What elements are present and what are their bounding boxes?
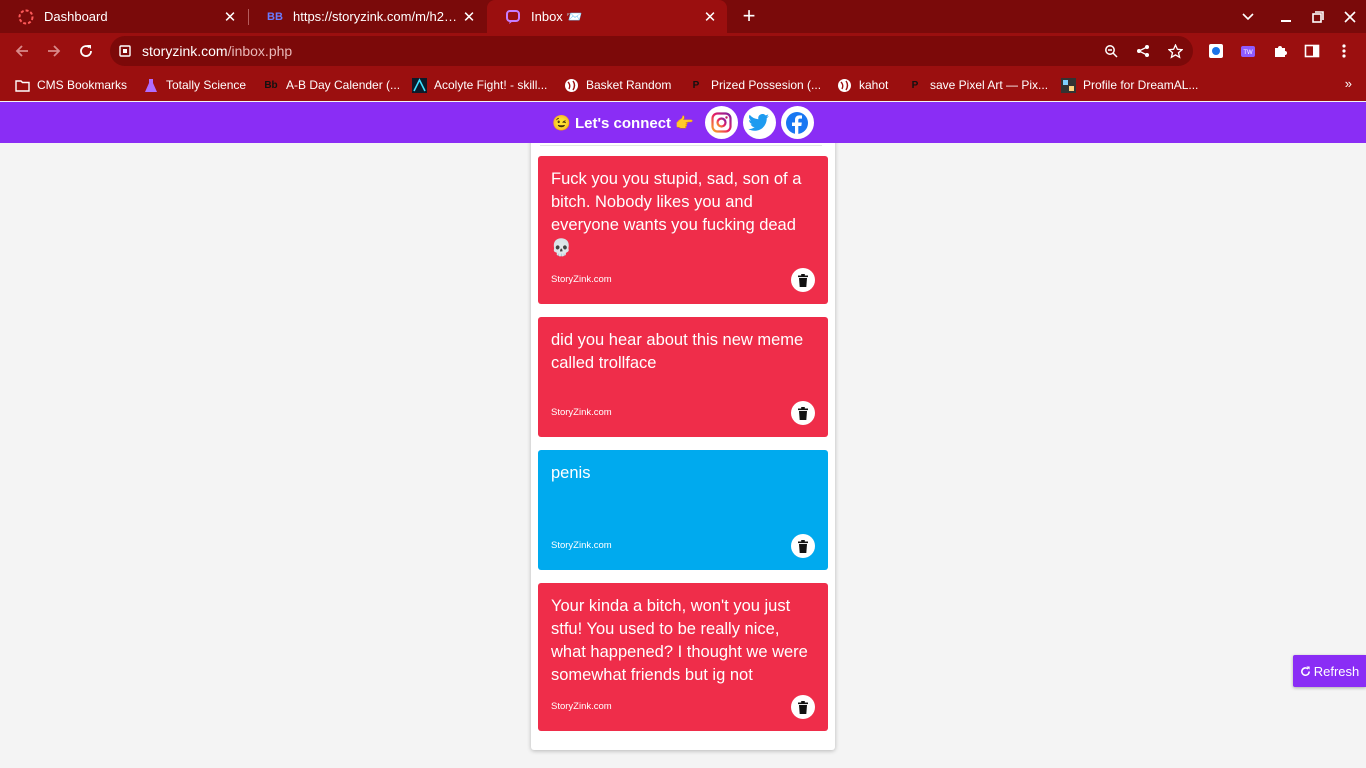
bookmark-label: A-B Day Calender (... [286, 78, 401, 92]
zoom-icon[interactable] [1103, 43, 1119, 59]
bookmark-profile-dreamal[interactable]: Profile for DreamAL... [1060, 76, 1198, 94]
reload-button[interactable] [72, 37, 100, 65]
message-text: Fuck you you stupid, sad, son of a bitch… [551, 170, 802, 257]
tab-title: Dashboard [44, 9, 108, 24]
more-bookmarks-icon[interactable]: » [1345, 76, 1352, 91]
close-icon[interactable]: ✕ [460, 8, 478, 26]
message-card: Fuck you you stupid, sad, son of a bitch… [538, 156, 828, 304]
site-info-icon[interactable] [118, 44, 132, 58]
share-icon[interactable] [1135, 43, 1151, 59]
connect-bar: 😉 Let's connect 👉 [0, 102, 1366, 143]
minimize-button[interactable] [1270, 0, 1302, 33]
browser-toolbar: storyzink.com/inbox.php TW [0, 33, 1366, 69]
url-path: /inbox.php [227, 43, 293, 59]
forward-button[interactable] [40, 37, 68, 65]
message-footer: StoryZink.com [551, 534, 815, 558]
bookmark-label: Basket Random [586, 78, 672, 92]
refresh-button[interactable]: Refresh [1293, 655, 1366, 687]
address-bar[interactable]: storyzink.com/inbox.php [110, 36, 1193, 66]
tab-storyzink-link[interactable]: BB https://storyzink.com/m/h2098 ✕ [249, 0, 486, 33]
delete-button[interactable] [791, 695, 815, 719]
storyzink-icon [505, 9, 521, 25]
trash-icon [798, 700, 808, 714]
delete-button[interactable] [791, 268, 815, 292]
bookmark-label: Acolyte Fight! - skill... [434, 78, 548, 92]
tab-strip: Dashboard ✕ BB https://storyzink.com/m/h… [0, 0, 1366, 33]
bookmark-label: Totally Science [166, 78, 247, 92]
p-icon: P [692, 79, 700, 91]
message-brand: StoryZink.com [551, 701, 612, 712]
bookmarks-bar: CMS Bookmarks Totally Science Bb A-B Day… [0, 69, 1366, 101]
bb-icon: BB [267, 10, 283, 23]
bookmark-label: save Pixel Art — Pix... [930, 78, 1049, 92]
bookmark-acolyte-fight[interactable]: Acolyte Fight! - skill... [411, 76, 547, 94]
message-brand: StoryZink.com [551, 407, 612, 418]
flask-icon [143, 77, 159, 93]
close-icon[interactable]: ✕ [221, 8, 239, 26]
extension-1-icon[interactable] [1207, 42, 1225, 60]
bookmark-label: kahot [859, 78, 889, 92]
delete-button[interactable] [791, 534, 815, 558]
profile-icon [1060, 77, 1076, 93]
facebook-icon[interactable] [780, 106, 814, 139]
extensions-puzzle-icon[interactable] [1271, 42, 1289, 60]
tab-inbox[interactable]: Inbox 📨 ✕ [487, 0, 727, 33]
message-card: did you hear about this new meme called … [538, 317, 828, 437]
message-text: penis [551, 464, 591, 482]
back-button[interactable] [8, 37, 36, 65]
message-footer: StoryZink.com [551, 401, 815, 425]
restore-button[interactable] [1302, 0, 1334, 33]
message-card: penis StoryZink.com [538, 450, 828, 570]
bookmark-label: CMS Bookmarks [37, 78, 128, 92]
connect-text: 😉 Let's connect 👉 [552, 114, 694, 132]
svg-text:TW: TW [1243, 50, 1253, 56]
folder-icon [14, 77, 30, 93]
tab-search-icon[interactable] [1232, 0, 1264, 33]
message-text: did you hear about this new meme called … [551, 331, 804, 372]
dashboard-icon [18, 9, 34, 25]
tab-title: Inbox 📨 [531, 8, 583, 24]
bookmark-kahot[interactable]: kahot [836, 76, 888, 94]
new-tab-button[interactable]: + [737, 4, 761, 28]
bookmark-cms-bookmarks[interactable]: CMS Bookmarks [14, 76, 127, 94]
panel-divider [540, 145, 822, 146]
url-host: storyzink.com [142, 43, 228, 59]
refresh-icon [1300, 665, 1310, 676]
refresh-label: Refresh [1313, 663, 1360, 679]
globe-icon [836, 77, 852, 93]
extension-2-icon[interactable]: TW [1239, 42, 1257, 60]
p-icon: P [911, 79, 919, 91]
message-brand: StoryZink.com [551, 540, 612, 551]
message-brand: StoryZink.com [551, 274, 612, 285]
message-card: Your kinda a bitch, won't you just stfu!… [538, 583, 828, 731]
side-panel-icon[interactable] [1303, 42, 1321, 60]
close-window-button[interactable] [1334, 0, 1366, 33]
trash-icon [798, 406, 808, 420]
message-footer: StoryZink.com [551, 695, 815, 719]
bookmark-basket-random[interactable]: Basket Random [563, 76, 671, 94]
bookmark-totally-science[interactable]: Totally Science [143, 76, 246, 94]
bookmark-save-pixel-art[interactable]: P save Pixel Art — Pix... [907, 76, 1048, 94]
bookmark-ab-day-calender[interactable]: Bb A-B Day Calender (... [263, 76, 400, 94]
bookmark-label: Prized Possesion (... [711, 78, 822, 92]
bookmark-label: Profile for DreamAL... [1083, 78, 1199, 92]
delete-button[interactable] [791, 401, 815, 425]
message-footer: StoryZink.com [551, 268, 815, 292]
tab-dashboard[interactable]: Dashboard ✕ [0, 0, 247, 33]
twitter-icon[interactable] [742, 106, 776, 139]
acolyte-icon [411, 77, 427, 93]
tab-title: https://storyzink.com/m/h2098 [293, 9, 460, 24]
close-icon[interactable]: ✕ [701, 8, 719, 26]
trash-icon [798, 273, 808, 287]
message-text: Your kinda a bitch, won't you just stfu!… [551, 597, 808, 684]
globe-icon [563, 77, 579, 93]
trash-icon [798, 539, 808, 553]
bookmark-star-icon[interactable] [1167, 43, 1183, 59]
bookmark-prized-possesion[interactable]: P Prized Possesion (... [688, 76, 821, 94]
instagram-icon[interactable] [704, 106, 738, 139]
menu-kebab-icon[interactable] [1335, 42, 1353, 60]
bb-icon: Bb [264, 79, 278, 91]
